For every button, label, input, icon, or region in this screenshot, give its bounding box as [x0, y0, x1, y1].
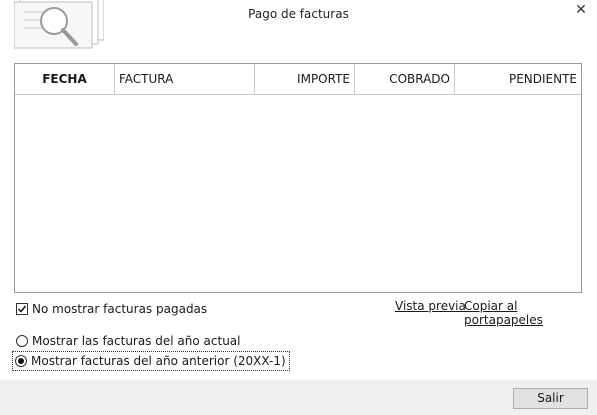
table-header: FECHA FACTURA IMPORTE COBRADO PENDIENTE — [15, 64, 581, 95]
invoice-table[interactable]: FECHA FACTURA IMPORTE COBRADO PENDIENTE — [14, 63, 582, 293]
previous-year-option[interactable]: Mostrar facturas del año anterior (20XX-… — [12, 351, 290, 371]
column-header-cobrado[interactable]: COBRADO — [355, 64, 455, 94]
previous-year-label: Mostrar facturas del año anterior (20XX-… — [31, 354, 286, 368]
hide-paid-label: No mostrar facturas pagadas — [32, 302, 208, 316]
copy-to-clipboard-link[interactable]: Copiar al portapapeles — [464, 299, 597, 327]
hide-paid-checkbox[interactable] — [16, 303, 28, 315]
previous-year-radio[interactable] — [15, 355, 27, 367]
hide-paid-option[interactable]: No mostrar facturas pagadas — [16, 302, 207, 316]
column-header-importe[interactable]: IMPORTE — [255, 64, 355, 94]
current-year-label: Mostrar las facturas del año actual — [32, 334, 241, 348]
close-icon[interactable]: ✕ — [573, 1, 589, 19]
current-year-radio[interactable] — [16, 335, 28, 347]
exit-button[interactable]: Salir — [513, 388, 588, 409]
preview-link[interactable]: Vista previa — [395, 299, 466, 313]
dialog-footer: Salir — [0, 380, 597, 415]
window-title: Pago de facturas — [248, 7, 349, 21]
checkmark-icon — [17, 305, 27, 313]
current-year-option[interactable]: Mostrar las facturas del año actual — [14, 333, 241, 349]
column-header-fecha[interactable]: FECHA — [15, 64, 115, 94]
column-header-factura[interactable]: FACTURA — [115, 64, 255, 94]
column-header-pendiente[interactable]: PENDIENTE — [455, 64, 581, 94]
